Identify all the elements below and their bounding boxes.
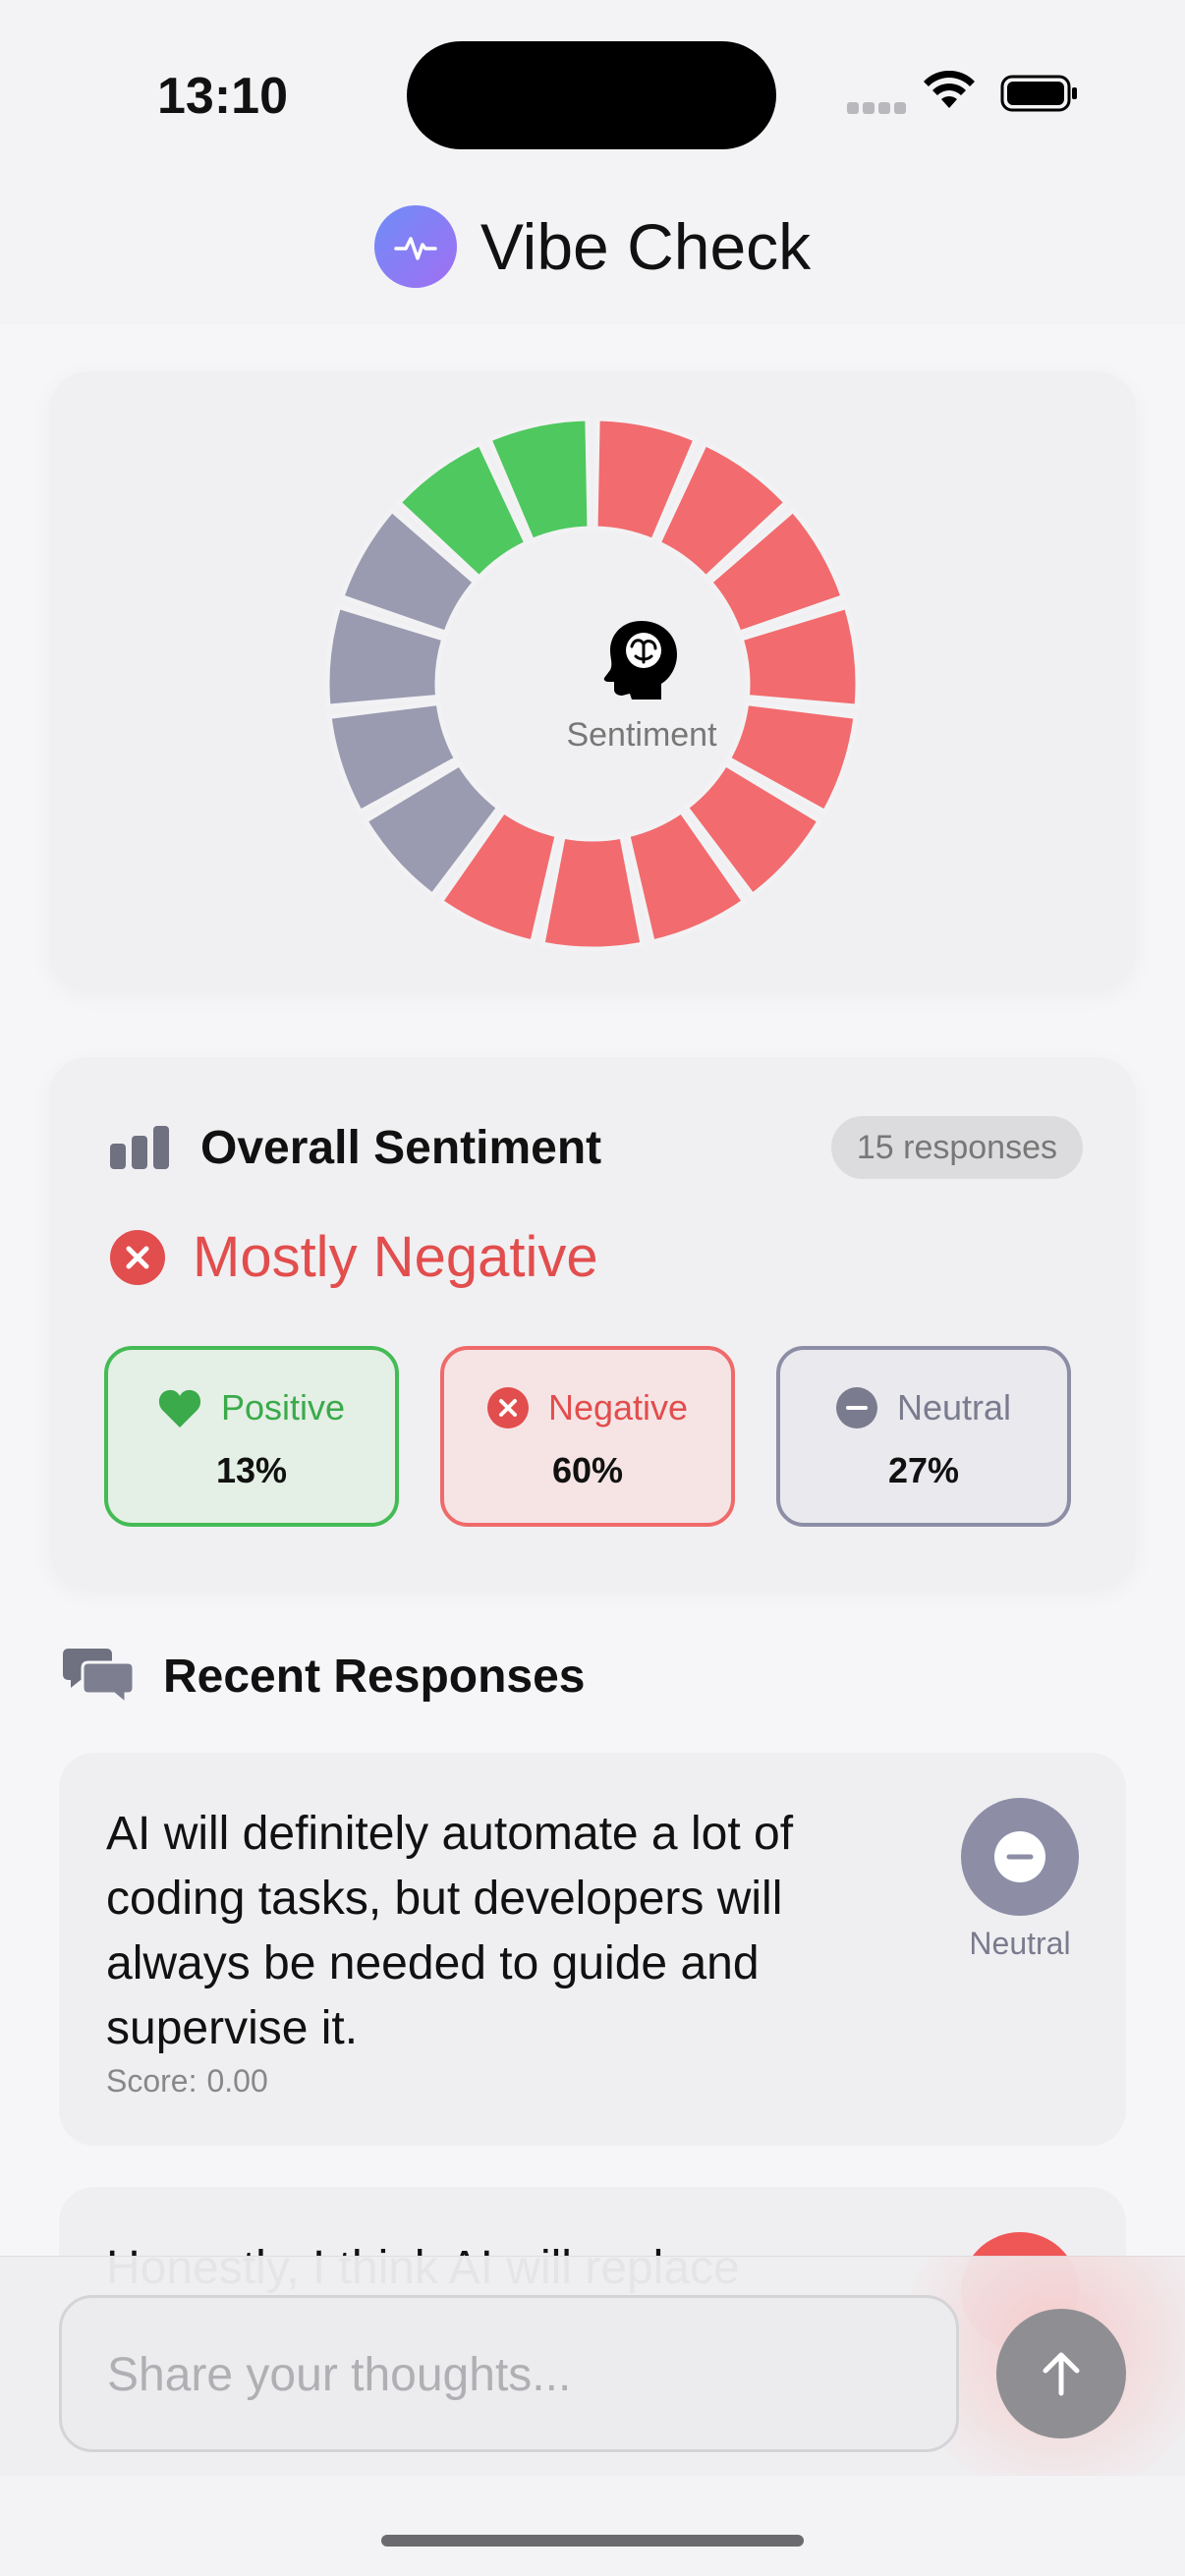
positive-stat: Positive 13% [104, 1346, 399, 1527]
summary-title: Overall Sentiment [200, 1121, 602, 1174]
home-indicator[interactable] [381, 2535, 804, 2547]
status-time: 13:10 [157, 68, 288, 125]
positive-label: Positive [220, 1387, 346, 1428]
thoughts-input[interactable] [105, 2298, 915, 2451]
pulse-icon [373, 205, 457, 288]
positive-value: 13% [215, 1450, 288, 1490]
thoughts-input-field[interactable] [59, 2295, 959, 2452]
neutral-label: Neutral [896, 1387, 1012, 1428]
negative-value: 60% [551, 1450, 624, 1490]
sentiment-donut-card: Sentiment [49, 371, 1136, 990]
chat-bubbles-icon [63, 1649, 134, 1704]
donut-segment-negative [539, 833, 646, 952]
sentiment-tag: Neutral [969, 1926, 1071, 1961]
app-header: Vibe Check [0, 202, 1185, 291]
overall-sentiment-card: Overall Sentiment 15 responses Mostly Ne… [49, 1057, 1136, 1588]
app-title: Vibe Check [480, 210, 812, 283]
neutral-stat: Neutral 27% [776, 1346, 1071, 1527]
bottom-safe-area [0, 2476, 1185, 2576]
recent-responses-title: Recent Responses [163, 1650, 586, 1703]
minus-circle-icon [994, 1831, 1045, 1882]
donut-center: Sentiment [543, 617, 740, 813]
summary-header: Overall Sentiment 15 responses [110, 1116, 1083, 1179]
arrow-up-icon [1043, 2352, 1080, 2396]
score-label: Score: [106, 2063, 198, 2099]
response-text: AI will definitely automate a lot of cod… [106, 1808, 794, 2054]
negative-label: Negative [547, 1387, 689, 1428]
response-score: Score: 0.00 [106, 2063, 268, 2100]
response-card[interactable]: AI will definitely automate a lot of cod… [59, 1753, 1126, 2146]
recent-responses-header: Recent Responses [63, 1649, 586, 1704]
bar-chart-icon [110, 1126, 169, 1169]
battery-icon [1000, 75, 1077, 112]
x-circle-icon [486, 1387, 529, 1428]
neutral-value: 27% [887, 1450, 960, 1490]
wifi-icon [924, 71, 975, 108]
dynamic-island [407, 41, 776, 149]
send-button[interactable] [996, 2309, 1126, 2438]
x-circle-icon [110, 1229, 165, 1285]
response-count-badge: 15 responses [830, 1116, 1083, 1179]
status-bar: 13:10 [0, 0, 1185, 187]
minus-circle-icon [835, 1387, 877, 1428]
brain-head-icon [603, 621, 677, 700]
negative-stat: Negative 60% [440, 1346, 735, 1527]
cellular-signal-icon [847, 102, 908, 114]
verdict-text: Mostly Negative [193, 1225, 598, 1289]
donut-center-label: Sentiment [566, 716, 717, 754]
heart-icon [158, 1389, 201, 1428]
score-value: 0.00 [206, 2063, 268, 2099]
neutral-badge [961, 1798, 1079, 1916]
verdict: Mostly Negative [110, 1224, 598, 1290]
